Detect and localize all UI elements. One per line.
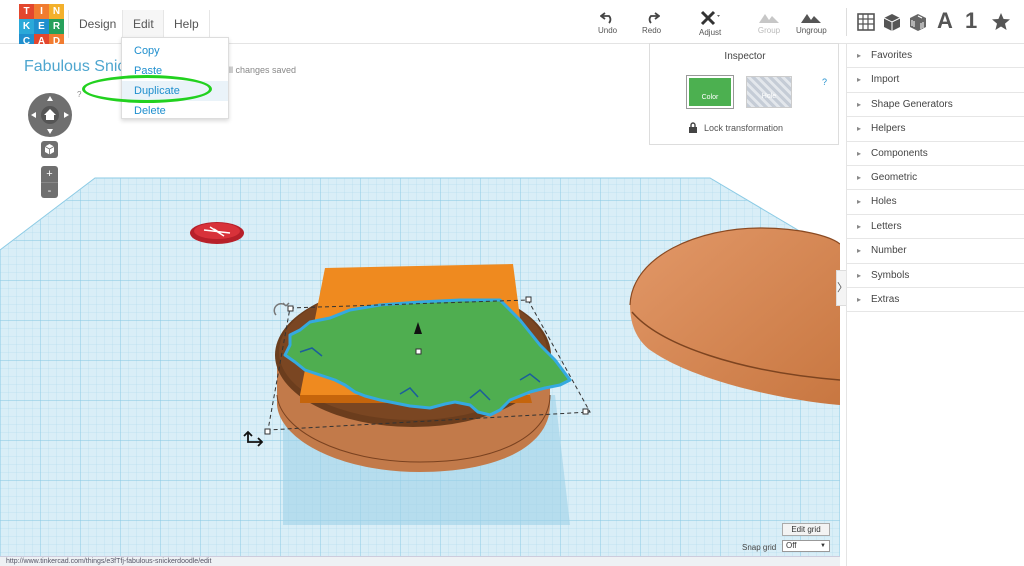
color-label: Color (701, 94, 719, 101)
edit-grid-button[interactable]: Edit grid (782, 523, 830, 536)
tinkercad-logo[interactable]: TINKERCAD (19, 4, 64, 49)
redo-icon (648, 12, 660, 24)
resize-handle[interactable] (525, 296, 532, 303)
textured-box-icon[interactable] (908, 12, 928, 32)
ungroup-icon (801, 14, 822, 23)
logo-letter: N (49, 4, 64, 19)
sidebar-item-letters[interactable]: Letters (847, 215, 1024, 240)
group-label: Group (757, 26, 781, 35)
undo-label: Undo (598, 26, 618, 35)
center-handle[interactable] (415, 348, 422, 355)
logo-letter: I (34, 4, 49, 19)
sidebar-item-holes[interactable]: Holes (847, 190, 1024, 215)
cube-view-icon (44, 144, 55, 155)
snap-grid-select[interactable]: Off (782, 540, 830, 552)
inspector-help-icon[interactable]: ? (822, 77, 827, 87)
lock-transformation-toggle[interactable]: Lock transformation (688, 122, 783, 133)
logo-letter: R (49, 19, 64, 34)
duplicate-highlight-annotation (82, 75, 212, 103)
lock-icon (689, 122, 697, 133)
adjust-button[interactable]: Adjust (699, 10, 721, 37)
hole-label: Hole (761, 93, 777, 100)
sidebar-item-geometric[interactable]: Geometric (847, 166, 1024, 191)
ungroup-label: Ungroup (796, 26, 827, 35)
resize-handle[interactable] (287, 305, 294, 312)
inspector-title: Inspector (724, 51, 766, 62)
sidebar-item-shape-generators[interactable]: Shape Generators (847, 93, 1024, 118)
inspector-panel: Inspector Color Hole ? Lock transformati… (649, 43, 839, 145)
toolbar-divider (846, 8, 847, 36)
star-icon[interactable] (991, 12, 1011, 32)
menu-help[interactable]: Help (163, 10, 210, 38)
ortho-view-button[interactable] (41, 141, 58, 158)
sidebar-item-import[interactable]: Import (847, 68, 1024, 93)
sidebar-collapse-toggle[interactable]: 〉 (836, 270, 848, 306)
menu-edit[interactable]: Edit (122, 10, 164, 38)
logo-letter: E (34, 19, 49, 34)
undo-icon (599, 12, 611, 24)
browser-status-bar: http://www.tinkercad.com/things/e3fTfj-f… (0, 556, 840, 566)
letters-icon[interactable]: A (937, 8, 953, 34)
ungroup-button[interactable]: Ungroup (796, 10, 827, 35)
sidebar-item-number[interactable]: Number (847, 239, 1024, 264)
menu-design[interactable]: Design (68, 10, 126, 38)
redo-label: Redo (642, 26, 662, 35)
lock-transformation-label: Lock transformation (704, 123, 784, 133)
sidebar-item-favorites[interactable]: Favorites (847, 44, 1024, 69)
sidebar-item-helpers[interactable]: Helpers (847, 117, 1024, 142)
snap-grid-label: Snap grid (742, 543, 777, 552)
home-icon (44, 109, 56, 120)
shapes-sidebar: Favorites Import Shape Generators Helper… (846, 44, 1024, 566)
undo-button[interactable]: Undo (598, 10, 617, 35)
save-status: ll changes saved (229, 65, 297, 75)
menu-item-copy[interactable]: Copy (122, 41, 228, 61)
menu-item-delete[interactable]: Delete (122, 101, 228, 121)
design-title[interactable]: Fabulous Snic (24, 58, 125, 76)
hole-swatch[interactable]: Hole (746, 76, 792, 108)
view-help-icon[interactable]: ? (77, 90, 81, 99)
workplane-grid-icon[interactable] (856, 12, 876, 32)
zoom-out-button[interactable]: - (41, 182, 58, 198)
sidebar-item-symbols[interactable]: Symbols (847, 264, 1024, 288)
box-shape-icon[interactable] (882, 12, 902, 32)
home-view-button[interactable] (41, 106, 59, 124)
redo-button[interactable]: Redo (642, 10, 661, 35)
adjust-label: Adjust (699, 28, 722, 37)
sidebar-item-components[interactable]: Components (847, 142, 1024, 166)
logo-letter: K (19, 19, 34, 34)
resize-handle[interactable] (582, 408, 589, 415)
logo-letter: T (19, 4, 34, 19)
color-swatch[interactable]: Color (686, 75, 734, 109)
orbit-control[interactable] (28, 93, 72, 137)
small-red-object[interactable] (190, 222, 244, 244)
group-icon (759, 14, 779, 23)
zoom-in-button[interactable]: + (41, 166, 58, 182)
numbers-icon[interactable]: 1 (965, 8, 977, 34)
group-button[interactable]: Group (757, 10, 781, 35)
adjust-icon (701, 10, 721, 26)
resize-handle[interactable] (264, 428, 271, 435)
sidebar-item-extras[interactable]: Extras (847, 288, 1024, 313)
